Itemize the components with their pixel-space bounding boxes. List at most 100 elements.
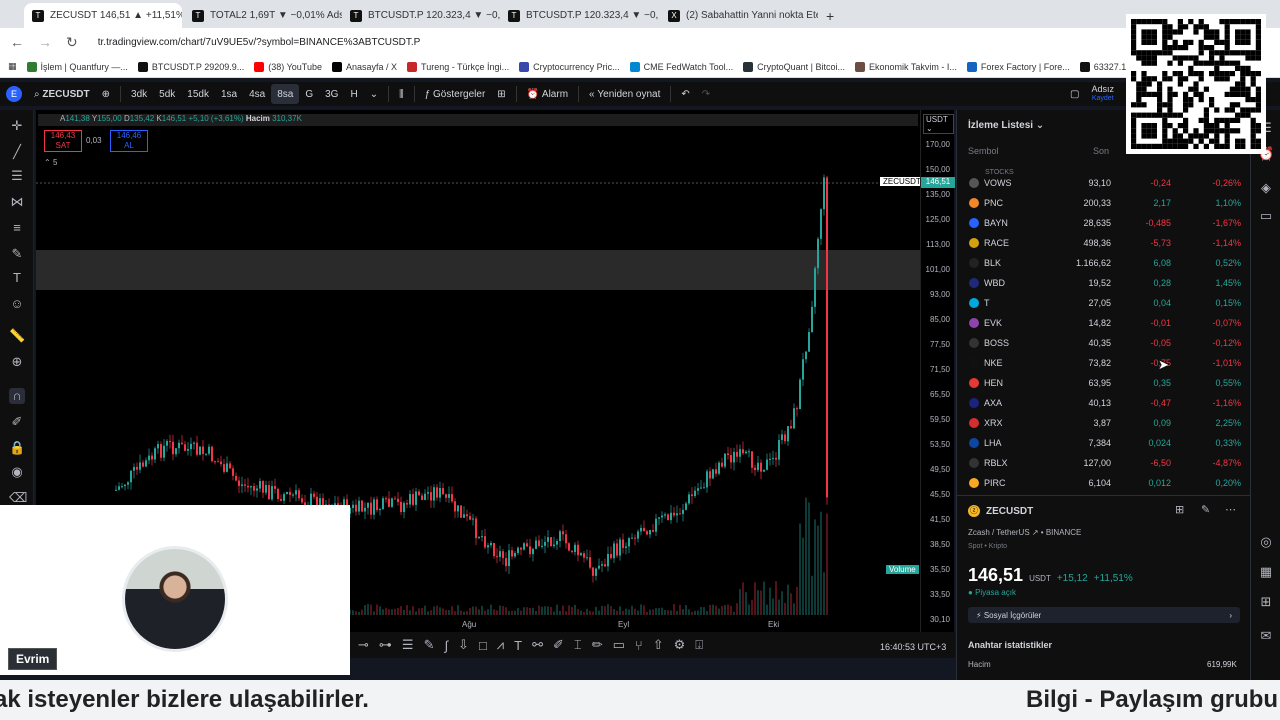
interval-5dk[interactable]: 5dk: [153, 84, 181, 104]
column-last[interactable]: Son: [1093, 146, 1109, 156]
watchlist-row[interactable]: AXA 40,13 -0,47 -1,16%: [957, 393, 1251, 413]
chat-icon[interactable]: ▭: [1258, 208, 1274, 224]
ticker-icon[interactable]: ⍗: [695, 637, 703, 653]
currency-select[interactable]: USDT ⌄: [923, 114, 954, 134]
watchlist-row[interactable]: PIRC 6,104 0,012 0,20%: [957, 473, 1251, 493]
arrow-down-icon[interactable]: ⇩: [458, 637, 469, 653]
watchlist-row[interactable]: EVK 14,82 -0,01 -0,07%: [957, 313, 1251, 333]
crosshair-icon[interactable]: ✛: [9, 118, 25, 134]
trash-icon[interactable]: ⌫: [9, 490, 27, 506]
back-icon[interactable]: ←: [10, 34, 24, 50]
bookmark[interactable]: CME FedWatch Tool...: [629, 61, 733, 72]
pattern-icon[interactable]: ⚯: [532, 637, 543, 653]
edit-icon[interactable]: ✎: [1201, 503, 1210, 516]
compare-symbol-icon[interactable]: ⊕: [96, 84, 116, 104]
settings-icon[interactable]: ⚙: [674, 637, 686, 653]
watchlist-row[interactable]: RACE 498,36 -5,73 -1,14%: [957, 233, 1251, 253]
browser-tab[interactable]: T BTCUSDT.P 120.323,4 ▼ −0,13% ✕: [342, 3, 500, 28]
watchlist-row[interactable]: BAYN 28,635 -0,485 -1,67%: [957, 213, 1251, 233]
pattern-icon[interactable]: ⋈: [9, 194, 25, 210]
eye-icon[interactable]: ◉: [9, 464, 25, 480]
browser-tab[interactable]: T BTCUSDT.P 120.323,4 ▼ −0,13% ✕: [500, 3, 658, 28]
watchlist-row[interactable]: BOSS 40,35 -0,05 -0,12%: [957, 333, 1251, 353]
note-icon[interactable]: ▭: [613, 637, 625, 653]
layers-icon[interactable]: ◈: [1258, 180, 1274, 196]
collapse-indicators[interactable]: ⌃ 5: [44, 158, 57, 167]
candles-icon[interactable]: ⫼: [393, 84, 410, 104]
bookmark[interactable]: CryptoQuant | Bitcoi...: [743, 61, 845, 72]
measure-icon[interactable]: ⌶: [574, 637, 582, 653]
alert-button[interactable]: ⏰ Alarm: [521, 84, 574, 104]
url-field[interactable]: tr.tradingview.com/chart/7uV9UE5v/?symbo…: [98, 37, 421, 48]
calendar-icon[interactable]: ▦: [1258, 564, 1274, 580]
ray-icon[interactable]: ⊸: [358, 637, 369, 653]
zoom-icon[interactable]: ⊕: [9, 354, 25, 370]
watchlist-row[interactable]: VOWS 93,10 -0,24 -0,26%: [957, 173, 1251, 193]
bookmark[interactable]: İşlem | Quantfury —...: [26, 61, 128, 72]
social-insights-button[interactable]: ⚡ Sosyal İçgörüler ›: [968, 607, 1240, 623]
bookmark[interactable]: Anasayfa / X: [332, 61, 397, 72]
chevron-down-icon[interactable]: ⌄: [364, 84, 384, 104]
magnet-icon[interactable]: ∩: [9, 388, 25, 404]
bookmark[interactable]: Forex Factory | Fore...: [966, 61, 1070, 72]
lock-icon[interactable]: 🔒: [9, 440, 25, 456]
symbol-fullname[interactable]: Zcash / TetherUS ↗ • BINANCE: [968, 528, 1081, 537]
interval-3g[interactable]: 3G: [319, 84, 344, 104]
emoji-icon[interactable]: ☺: [9, 296, 25, 312]
target-icon[interactable]: ◎: [1258, 534, 1274, 550]
watchlist-row[interactable]: WBD 19,52 0,28 1,45%: [957, 273, 1251, 293]
grid-icon[interactable]: ⊞: [1258, 594, 1274, 610]
ruler-icon[interactable]: 📏: [9, 328, 25, 344]
interval-15dk[interactable]: 15dk: [181, 84, 215, 104]
brush-icon[interactable]: ✐: [553, 637, 564, 653]
watchlist-row[interactable]: XRX 3,87 0,09 2,25%: [957, 413, 1251, 433]
templates-icon[interactable]: ⊞: [491, 84, 511, 104]
text-icon[interactable]: T: [9, 270, 25, 286]
notification-icon[interactable]: ✉: [1258, 628, 1274, 644]
more-icon[interactable]: ⋯: [1225, 503, 1236, 516]
browser-tab[interactable]: T ZECUSDT 146,51 ▲ +11,51% Adsız ✕: [24, 3, 182, 28]
text-icon[interactable]: T: [514, 638, 522, 653]
path-icon[interactable]: ⩘: [497, 637, 504, 653]
buy-button[interactable]: 146,46 AL: [110, 130, 148, 152]
watchlist-row[interactable]: LHA 7,384 0,024 0,33%: [957, 433, 1251, 453]
browser-tab[interactable]: T TOTAL2 1,69T ▼ −0,01% Adsız ✕: [184, 3, 342, 28]
bookmark[interactable]: Ekonomik Takvim - I...: [855, 61, 957, 72]
forward-icon[interactable]: →: [38, 34, 52, 50]
bookmark[interactable]: Cryptocurrency Pric...: [519, 61, 620, 72]
watchlist-row[interactable]: BLK 1.166,62 6,08 0,52%: [957, 253, 1251, 273]
trend-line-icon[interactable]: ╱: [9, 144, 25, 160]
user-avatar[interactable]: E: [0, 84, 28, 104]
undo-icon[interactable]: ↶: [675, 84, 695, 104]
price-axis[interactable]: USDT ⌄ 170,00 150,00 135,00 125,00 113,00 101…: [920, 110, 955, 635]
sell-button[interactable]: 146,43 SAT: [44, 130, 82, 152]
symbol-search[interactable]: ⌕ ZECUSDT: [28, 84, 96, 104]
apps-icon[interactable]: ▦: [8, 61, 17, 72]
interval-8sa[interactable]: 8sa: [271, 84, 300, 104]
watchlist-row[interactable]: HEN 63,95 0,35 0,55%: [957, 373, 1251, 393]
indicators-button[interactable]: ƒ Göstergeler: [419, 84, 492, 104]
arrow-up-icon[interactable]: ⇧: [653, 637, 664, 653]
interval-h[interactable]: H: [344, 84, 363, 104]
curve-icon[interactable]: ∫: [444, 638, 448, 653]
watchlist-row[interactable]: T 27,05 0,04 0,15%: [957, 293, 1251, 313]
reload-icon[interactable]: ↻: [66, 34, 78, 51]
new-tab-button[interactable]: +: [818, 3, 842, 28]
replay-button[interactable]: « Yeniden oynat: [583, 84, 666, 104]
chart-clock[interactable]: 16:40:53 UTC+3: [880, 642, 946, 652]
brush-icon[interactable]: ✎: [9, 246, 25, 262]
hline-icon[interactable]: ⊶: [379, 637, 392, 653]
pen-icon[interactable]: ✎: [424, 637, 435, 653]
interval-3dk[interactable]: 3dk: [125, 84, 153, 104]
interval-1sa[interactable]: 1sa: [215, 84, 243, 104]
projection-icon[interactable]: ≡: [9, 220, 25, 236]
pencil-icon[interactable]: ✏: [592, 637, 603, 653]
layout-icon[interactable]: ▢: [1064, 84, 1085, 104]
bookmark[interactable]: Tureng - Türkçe İngi...: [407, 61, 509, 72]
browser-tab[interactable]: X (2) Sabahattin Yanni nokta Etel ✕: [660, 3, 818, 28]
watchlist-title[interactable]: İzleme Listesi ⌄: [968, 120, 1044, 131]
rectangle-icon[interactable]: □: [479, 638, 487, 653]
bookmark[interactable]: BTCUSDT.P 29209.9...: [137, 61, 244, 72]
layout-name[interactable]: Adsız Kaydet: [1085, 84, 1120, 104]
bookmark[interactable]: (38) YouTube: [254, 61, 322, 72]
